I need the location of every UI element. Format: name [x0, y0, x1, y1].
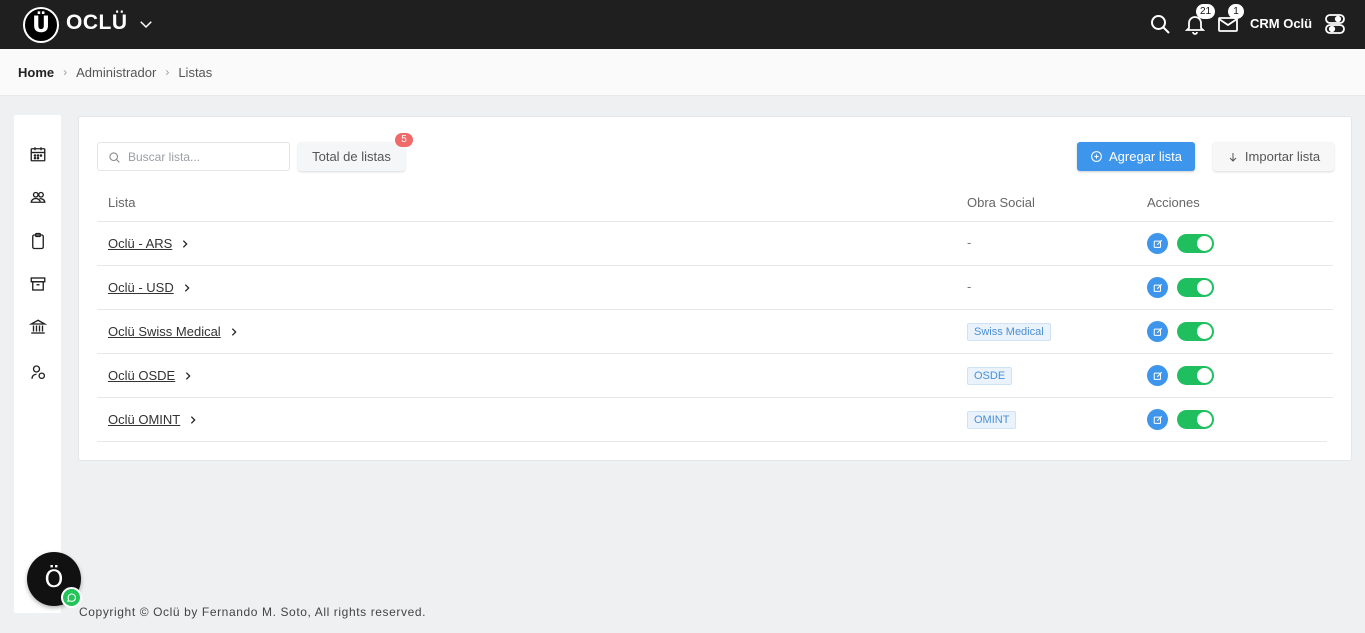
table-row: Oclü - ARS -: [97, 221, 1333, 265]
obra-social-tag: OMINT: [967, 411, 1017, 429]
active-toggle[interactable]: [1177, 234, 1214, 253]
import-list-label: Importar lista: [1244, 149, 1321, 164]
table-row: Oclü OMINT OMINT: [97, 397, 1333, 441]
bank-icon[interactable]: [29, 318, 47, 336]
edit-button[interactable]: [1147, 365, 1168, 386]
column-header-lista: Lista: [108, 195, 136, 210]
toggle-settings-icon[interactable]: [1323, 12, 1347, 36]
user-group-icon[interactable]: [29, 363, 47, 381]
sidebar: [14, 115, 61, 613]
column-header-obra-social: Obra Social: [967, 195, 1035, 210]
edit-icon: [1153, 283, 1162, 292]
total-lists-label: Total de listas: [312, 149, 391, 164]
edit-icon: [1153, 415, 1162, 424]
users-icon[interactable]: [29, 188, 47, 206]
search-icon[interactable]: [1148, 12, 1172, 36]
search-input[interactable]: [128, 149, 278, 164]
chevron-right-icon: [186, 371, 191, 380]
active-toggle[interactable]: [1177, 366, 1214, 385]
list-name: Oclü OMINT: [108, 412, 181, 427]
list-name-link[interactable]: Oclü OMINT: [108, 412, 198, 427]
clipboard-icon[interactable]: [29, 232, 47, 250]
table-row: Oclü OSDE OSDE: [97, 353, 1333, 397]
whatsapp-icon[interactable]: [61, 587, 82, 608]
chevron-down-icon[interactable]: [137, 15, 155, 33]
user-name[interactable]: CRM Oclü: [1250, 16, 1312, 31]
edit-icon: [1153, 327, 1162, 336]
list-name: Oclü - USD: [108, 280, 174, 295]
chevron-right-icon: ›: [63, 65, 68, 79]
top-navbar: Ü OCLÜ 21 1 CRM Oclü: [0, 0, 1365, 49]
obra-social-tag: OSDE: [967, 367, 1013, 385]
breadcrumb: Home › Administrador › Listas: [0, 49, 1365, 96]
breadcrumb-item-listas: Listas: [178, 64, 213, 80]
list-name: Oclü OSDE: [108, 368, 176, 383]
chevron-right-icon: [184, 283, 190, 292]
list-name-link[interactable]: Oclü Swiss Medical: [108, 324, 239, 339]
add-list-button[interactable]: Agregar lista: [1077, 142, 1195, 171]
lists-card: Total de listas 5 Agregar lista Importar…: [78, 116, 1352, 461]
total-lists-button[interactable]: Total de listas 5: [298, 133, 413, 171]
edit-button[interactable]: [1147, 277, 1168, 298]
active-toggle[interactable]: [1177, 322, 1214, 341]
add-list-label: Agregar lista: [1109, 149, 1182, 164]
total-lists-badge: 5: [395, 133, 413, 147]
list-name-link[interactable]: Oclü - ARS: [108, 236, 190, 251]
chevron-right-icon: [231, 327, 237, 336]
list-name: Oclü - ARS: [108, 236, 173, 251]
active-toggle[interactable]: [1177, 278, 1214, 297]
obra-social-empty: -: [967, 235, 972, 250]
logo[interactable]: Ü: [23, 7, 59, 43]
notifications-badge: 21: [1196, 4, 1216, 19]
arrow-down-icon: [1229, 152, 1237, 162]
calendar-icon[interactable]: [29, 145, 47, 163]
obra-social-empty: -: [967, 279, 972, 294]
table-row: Oclü - USD -: [97, 265, 1333, 309]
footer-copyright: Copyright © Oclü by Fernando M. Soto, Al…: [79, 605, 427, 619]
import-list-button[interactable]: Importar lista: [1213, 142, 1334, 171]
list-name: Oclü Swiss Medical: [108, 324, 221, 339]
table-divider: [97, 441, 1327, 442]
breadcrumb-home[interactable]: Home: [18, 65, 54, 80]
brand-name[interactable]: OCLÜ: [66, 11, 128, 35]
edit-icon: [1153, 371, 1162, 380]
list-name-link[interactable]: Oclü OSDE: [108, 368, 193, 383]
plus-circle-icon: [1091, 151, 1102, 162]
column-header-acciones: Acciones: [1147, 195, 1200, 210]
messages-badge: 1: [1228, 4, 1244, 19]
list-name-link[interactable]: Oclü - USD: [108, 280, 192, 295]
archive-icon[interactable]: [29, 275, 47, 293]
edit-button[interactable]: [1147, 321, 1168, 342]
edit-icon: [1153, 239, 1162, 248]
table-row: Oclü Swiss Medical Swiss Medical: [97, 309, 1333, 353]
search-icon: [109, 152, 120, 163]
chevron-right-icon: [183, 239, 188, 248]
chevron-right-icon: ›: [165, 65, 170, 79]
edit-button[interactable]: [1147, 233, 1168, 254]
chevron-right-icon: [191, 415, 196, 424]
active-toggle[interactable]: [1177, 410, 1214, 429]
search-box[interactable]: [97, 142, 290, 171]
obra-social-tag: Swiss Medical: [967, 323, 1051, 341]
edit-button[interactable]: [1147, 409, 1168, 430]
breadcrumb-item-administrador[interactable]: Administrador: [76, 65, 156, 80]
